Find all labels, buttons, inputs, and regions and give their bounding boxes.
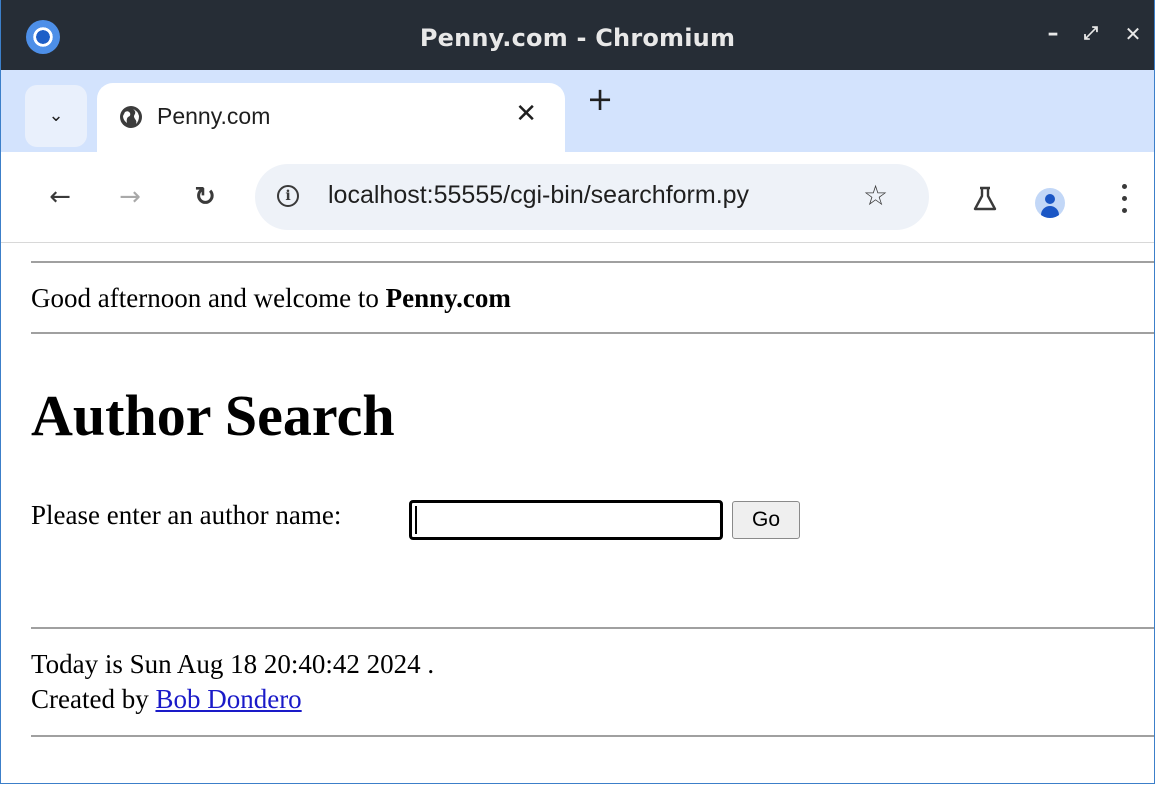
menu-dot bbox=[1122, 184, 1127, 189]
profile-icon[interactable] bbox=[1035, 188, 1065, 218]
author-link[interactable]: Bob Dondero bbox=[155, 684, 301, 714]
author-prompt-label: Please enter an author name: bbox=[31, 500, 342, 530]
tab-title: Penny.com bbox=[157, 103, 271, 129]
author-name-input[interactable] bbox=[409, 500, 723, 540]
tab-penny[interactable]: Penny.com ✕ bbox=[97, 83, 565, 152]
menu-dot bbox=[1122, 208, 1127, 213]
minimize-button[interactable]: – bbox=[1039, 20, 1067, 48]
divider bbox=[31, 627, 1154, 629]
new-tab-button[interactable]: + bbox=[585, 83, 615, 115]
forward-button[interactable]: → bbox=[113, 180, 147, 214]
info-icon[interactable]: i bbox=[277, 185, 299, 207]
profile-head bbox=[1045, 194, 1055, 204]
tab-search-button[interactable]: ⌄ bbox=[25, 85, 87, 147]
credit-line: Created by Bob Dondero bbox=[31, 683, 302, 715]
close-window-button[interactable]: ✕ bbox=[1119, 20, 1147, 48]
text-caret bbox=[415, 506, 417, 534]
url-text[interactable]: localhost:55555/cgi-bin/searchform.py bbox=[328, 181, 749, 210]
toolbar: ← → ↻ i localhost:55555/cgi-bin/searchfo… bbox=[1, 152, 1154, 243]
globe-icon bbox=[120, 106, 142, 128]
star-icon[interactable]: ☆ bbox=[863, 179, 888, 212]
profile-body bbox=[1041, 206, 1059, 218]
maximize-button[interactable]: ⤢ bbox=[1077, 20, 1105, 48]
page-title: Author Search bbox=[31, 383, 395, 448]
menu-dot bbox=[1122, 196, 1127, 201]
site-name: Penny.com bbox=[385, 283, 511, 313]
go-button[interactable]: Go bbox=[732, 501, 800, 539]
tab-strip: ⌄ Penny.com ✕ bbox=[1, 70, 1154, 152]
page-content: Good afternoon and welcome to Penny.com … bbox=[1, 243, 1154, 783]
credit-prefix: Created by bbox=[31, 684, 156, 714]
address-bar[interactable]: i localhost:55555/cgi-bin/searchform.py … bbox=[255, 164, 929, 230]
welcome-message: Good afternoon and welcome to Penny.com bbox=[31, 283, 511, 314]
title-bar: Penny.com - Chromium – ⤢ ✕ bbox=[1, 0, 1154, 70]
chevron-down-icon: ⌄ bbox=[48, 105, 64, 126]
divider bbox=[31, 261, 1154, 263]
window-title: Penny.com - Chromium bbox=[419, 24, 736, 52]
browser-window: Penny.com - Chromium – ⤢ ✕ ⌄ Penny.com ✕… bbox=[0, 0, 1155, 784]
menu-icon[interactable] bbox=[1117, 182, 1131, 216]
date-line: Today is Sun Aug 18 20:40:42 2024 . bbox=[31, 649, 435, 679]
divider bbox=[31, 332, 1154, 334]
greeting-text: Good afternoon and welcome to bbox=[31, 283, 386, 313]
divider bbox=[31, 735, 1154, 737]
labs-icon[interactable] bbox=[971, 185, 999, 213]
reload-button[interactable]: ↻ bbox=[188, 180, 222, 214]
tab-close-icon[interactable]: ✕ bbox=[515, 99, 537, 129]
back-button[interactable]: ← bbox=[43, 180, 77, 214]
